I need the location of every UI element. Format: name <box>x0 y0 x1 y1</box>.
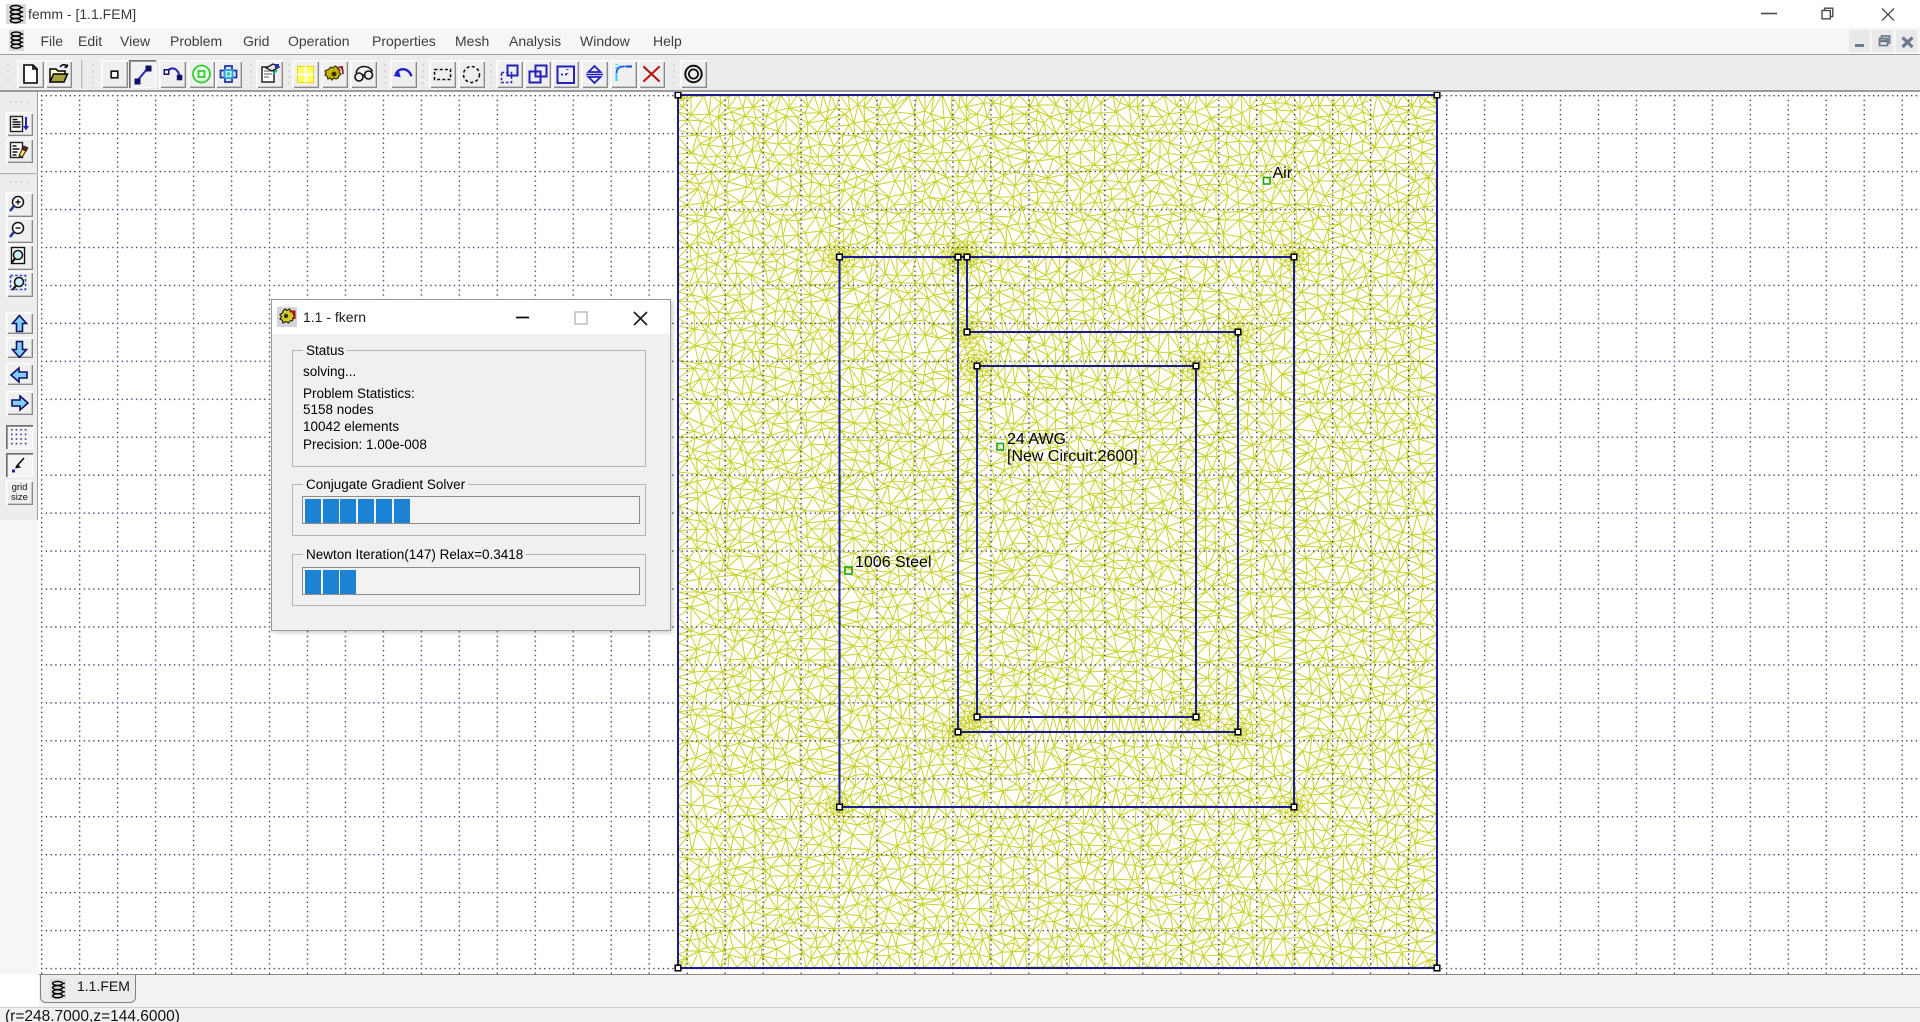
svg-text:size: size <box>11 492 28 503</box>
